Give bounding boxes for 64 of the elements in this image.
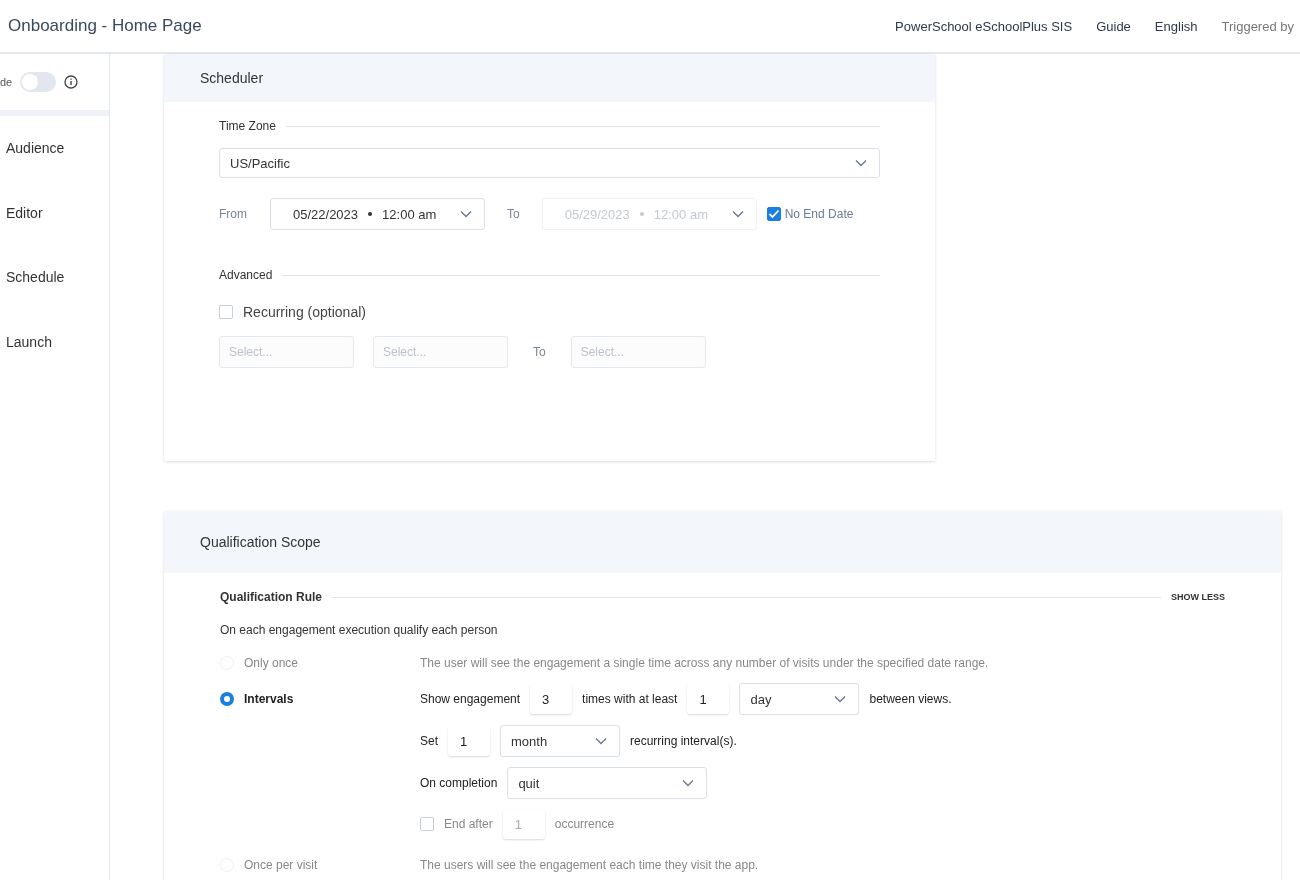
chevron-down-icon xyxy=(682,779,695,787)
option-description: The user will see the engagement a single time across any number of visits under the specified date range. xyxy=(420,655,989,672)
unit-select[interactable]: day xyxy=(739,683,860,715)
chevron-down-icon xyxy=(834,695,847,703)
checkbox[interactable] xyxy=(219,305,233,319)
checkbox-label: No End Date xyxy=(784,207,854,221)
time-zone-select[interactable]: US/Pacific xyxy=(219,148,880,178)
separator-dot-icon xyxy=(639,212,644,216)
radio-button[interactable] xyxy=(220,692,234,706)
chevron-down-icon xyxy=(731,210,744,218)
card-title: Scheduler xyxy=(200,70,264,86)
chevron-down-icon xyxy=(855,159,867,167)
date-text: 05/29/2023 xyxy=(564,206,630,222)
section-label: Time Zone xyxy=(219,119,276,133)
sidebar-item[interactable]: Audience xyxy=(0,140,109,205)
page-title: Onboarding - Home Page xyxy=(8,16,202,36)
unit-select[interactable]: month xyxy=(500,725,620,757)
checkbox-label: Recurring (optional) xyxy=(243,304,366,320)
interval-text: between views. xyxy=(869,692,952,706)
option-label: Only once xyxy=(244,656,299,670)
number-field[interactable]: 1 xyxy=(448,726,490,756)
interval-text: recurring interval(s). xyxy=(630,734,737,748)
section-label: Advanced xyxy=(219,268,273,282)
checkbox-label: End after xyxy=(444,817,493,831)
completion-select[interactable]: quit xyxy=(507,767,708,799)
checkbox[interactable] xyxy=(420,817,434,831)
option-label: Once per visit xyxy=(244,858,318,872)
time-text: 12:00 am xyxy=(382,206,437,222)
header-link[interactable]: English xyxy=(1154,18,1198,34)
toggle-label: de xyxy=(0,76,13,88)
number-field[interactable]: 3 xyxy=(530,684,573,714)
interval-text: Set xyxy=(420,734,438,748)
info-icon[interactable] xyxy=(64,75,79,89)
option-description: The users will see the engagement each time they visit the app. xyxy=(420,857,759,874)
header-link[interactable]: PowerSchool eSchoolPlus SIS xyxy=(895,18,1073,34)
select-field[interactable]: Select... xyxy=(219,336,354,368)
date-text: 05/22/2023 xyxy=(293,206,359,222)
sidebar-item[interactable]: Launch xyxy=(0,333,109,398)
card-title: Qualification Scope xyxy=(200,534,321,550)
interval-text: On completion xyxy=(420,776,498,790)
date-time-field[interactable]: 05/22/2023 12:00 am xyxy=(270,198,485,230)
sidebar-item[interactable]: Editor xyxy=(0,204,109,269)
select-field[interactable]: Select... xyxy=(373,336,508,368)
chevron-down-icon xyxy=(460,210,472,218)
to-label: To xyxy=(533,345,546,359)
chevron-down-icon xyxy=(595,737,607,745)
toggle-switch[interactable] xyxy=(20,72,57,92)
number-field[interactable]: 1 xyxy=(687,684,730,714)
to-label: To xyxy=(507,207,520,221)
sidebar-item[interactable]: Schedule xyxy=(0,269,109,334)
from-label: From xyxy=(219,207,248,221)
header-link[interactable]: Triggered by xyxy=(1221,18,1294,34)
header-link[interactable]: Guide xyxy=(1096,18,1131,34)
option-label: Intervals xyxy=(244,692,294,706)
intro-text: On each engagement execution qualify each person xyxy=(220,623,499,637)
section-label: Qualification Rule xyxy=(220,590,322,604)
interval-text: Show engagement xyxy=(420,692,521,706)
interval-text: times with at least xyxy=(582,692,678,706)
time-text: 12:00 am xyxy=(653,206,708,222)
checkbox[interactable] xyxy=(766,207,781,221)
show-less-link[interactable]: SHOW LESS xyxy=(1171,592,1225,602)
select-field[interactable]: Select... xyxy=(570,336,706,368)
separator-dot-icon xyxy=(368,212,373,216)
interval-text: occurrence xyxy=(554,817,615,831)
